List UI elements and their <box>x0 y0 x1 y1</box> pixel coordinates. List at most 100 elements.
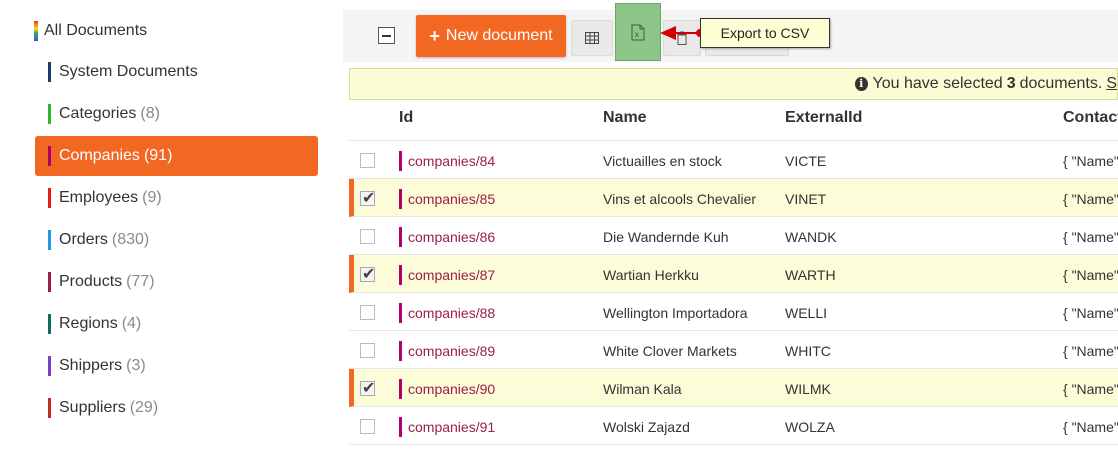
sidebar-item-count: (29) <box>129 399 159 416</box>
table-view-button[interactable] <box>571 20 613 56</box>
cell-contact: { "Name" <box>1063 381 1118 397</box>
cell-name: Wellington Importadora <box>603 305 748 321</box>
document-id-link[interactable]: companies/86 <box>399 227 495 247</box>
sidebar-item-suppliers[interactable]: Suppliers (29) <box>35 388 318 428</box>
sidebar-item-companies[interactable]: Companies (91) <box>35 136 318 176</box>
document-id-text: companies/89 <box>408 343 496 359</box>
row-checkbox[interactable]: ✔ <box>360 380 376 397</box>
document-id-text: companies/90 <box>408 381 496 397</box>
row-checkbox[interactable] <box>360 343 375 358</box>
table-header: Id Name ExternalId Contact <box>349 100 1118 141</box>
sidebar-item-label: System Documents <box>59 63 198 80</box>
table-row[interactable]: ✔ companies/85 Vins et alcools Chevalier VI… <box>349 179 1118 217</box>
sidebar-item-regions[interactable]: Regions (4) <box>35 304 318 344</box>
cell-name: Wilman Kala <box>603 381 682 397</box>
cell-name: Vins et alcools Chevalier <box>603 191 757 207</box>
new-document-button[interactable]: + New document <box>416 15 566 57</box>
sidebar-item-employees[interactable]: Employees (9) <box>35 178 318 218</box>
sidebar-item-label: Shippers <box>59 357 123 374</box>
table-row[interactable]: companies/86 Die Wandernde Kuh WANDK { "Nam… <box>349 217 1118 255</box>
document-id-link[interactable]: companies/88 <box>399 303 495 323</box>
sidebar-item-count: (91) <box>143 147 173 164</box>
collection-color-bar <box>399 189 402 209</box>
cell-external-id: WELLI <box>785 305 828 321</box>
row-checkbox[interactable] <box>360 153 375 168</box>
row-checkbox[interactable]: ✔ <box>360 266 376 283</box>
sidebar-item-count: (3) <box>126 357 146 374</box>
collection-color-bar <box>399 379 402 399</box>
cell-external-id: WHITC <box>785 343 831 359</box>
column-header-external-id[interactable]: ExternalId <box>785 109 862 127</box>
cell-name: Wolski Zajazd <box>603 419 690 435</box>
column-header-name[interactable]: Name <box>603 109 647 127</box>
collection-color-bar <box>48 272 51 292</box>
sidebar-item-products[interactable]: Products (77) <box>35 262 318 302</box>
table-row[interactable]: companies/84 Victuailles en stock VICTE { "… <box>349 141 1118 179</box>
sidebar-item-categories[interactable]: Categories (8) <box>35 94 318 134</box>
checkmark-icon: ✔ <box>362 380 376 397</box>
column-header-id[interactable]: Id <box>399 109 413 127</box>
collection-color-bar <box>48 146 51 166</box>
document-id-text: companies/87 <box>408 267 496 283</box>
sidebar-item-label: Suppliers <box>59 399 126 416</box>
row-checkbox[interactable]: ✔ <box>360 190 376 207</box>
rainbow-bar-icon <box>34 21 38 41</box>
banner-select-all-link[interactable]: S <box>1106 75 1117 93</box>
collection-color-bar <box>48 230 51 250</box>
sidebar-item-label: Employees <box>59 189 139 206</box>
document-id-link[interactable]: companies/84 <box>399 151 495 171</box>
document-id-link[interactable]: companies/85 <box>399 189 495 209</box>
export-csv-button[interactable]: x <box>615 3 661 61</box>
collection-color-bar <box>399 265 402 285</box>
sidebar-item-label: Orders <box>59 231 108 248</box>
document-id-link[interactable]: companies/87 <box>399 265 495 285</box>
document-id-link[interactable]: companies/89 <box>399 341 495 361</box>
sidebar-item-shippers[interactable]: Shippers (3) <box>35 346 318 386</box>
checkmark-icon: ✔ <box>362 190 376 207</box>
table-row[interactable]: ✔ companies/87 Wartian Herkku WARTH { "Name" <box>349 255 1118 293</box>
cell-contact: { "Name" <box>1063 305 1118 321</box>
sidebar-item-label: Companies <box>59 147 140 164</box>
selection-banner: i You have selected 3 documents. S <box>349 68 1118 100</box>
sidebar-item-orders[interactable]: Orders (830) <box>35 220 318 260</box>
sidebar-item-system-documents[interactable]: System Documents <box>35 52 318 92</box>
document-id-link[interactable]: companies/90 <box>399 379 495 399</box>
row-checkbox[interactable] <box>360 419 375 434</box>
document-id-text: companies/91 <box>408 419 496 435</box>
new-document-label: New document <box>445 27 553 44</box>
banner-prefix: You have selected <box>872 75 1003 92</box>
checkmark-icon: ✔ <box>362 266 376 283</box>
table-row[interactable]: companies/88 Wellington Importadora WELLI {… <box>349 293 1118 331</box>
collection-color-bar <box>48 314 51 334</box>
sidebar-item-label: Products <box>59 273 123 290</box>
collection-color-bar <box>399 227 402 247</box>
table-row[interactable]: companies/91 Wolski Zajazd WOLZA { "Name" <box>349 407 1118 445</box>
sidebar-item-count: (8) <box>140 105 160 122</box>
cell-external-id: WARTH <box>785 267 836 283</box>
cell-name: Victuailles en stock <box>603 153 722 169</box>
cell-external-id: VINET <box>785 191 827 207</box>
sidebar-item-count: (830) <box>111 231 150 248</box>
row-checkbox[interactable] <box>360 305 375 320</box>
cell-contact: { "Name" <box>1063 191 1118 207</box>
document-id-link[interactable]: companies/91 <box>399 417 495 437</box>
row-checkbox[interactable] <box>360 229 375 244</box>
excel-file-icon: x <box>631 24 645 40</box>
info-icon: i <box>855 77 868 91</box>
sidebar-all-documents-label: All Documents <box>44 22 148 39</box>
cell-contact: { "Name" <box>1063 419 1118 435</box>
sidebar-all-documents[interactable]: All Documents <box>34 20 147 42</box>
select-all-checkbox[interactable] <box>378 27 395 44</box>
tooltip-text: Export to CSV <box>720 25 810 41</box>
svg-text:x: x <box>635 30 640 39</box>
document-id-text: companies/84 <box>408 153 496 169</box>
sidebar-item-count: (4) <box>121 315 142 332</box>
table-grid-icon <box>585 32 599 44</box>
banner-suffix: documents. <box>1019 75 1103 92</box>
collection-color-bar <box>399 417 402 437</box>
table-row[interactable]: ✔ companies/90 Wilman Kala WILMK { "Name" <box>349 369 1118 407</box>
collection-color-bar <box>399 341 402 361</box>
table-row[interactable]: companies/89 White Clover Markets WHITC { "… <box>349 331 1118 369</box>
cell-contact: { "Name" <box>1063 229 1118 245</box>
column-header-contact[interactable]: Contact <box>1063 109 1118 127</box>
